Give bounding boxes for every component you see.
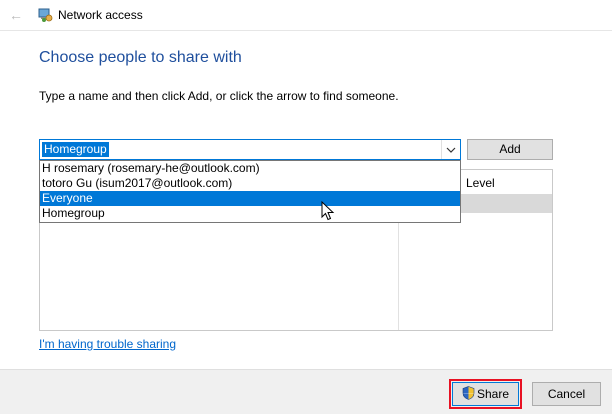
people-dropdown-list: H rosemary (rosemary-he@outlook.com) tot… (39, 160, 461, 223)
people-combobox[interactable]: Homegroup (39, 139, 461, 160)
dropdown-option-homegroup[interactable]: Homegroup (40, 206, 460, 221)
mouse-cursor-icon (321, 200, 335, 221)
combobox-value[interactable]: Homegroup (42, 142, 109, 157)
dropdown-option-everyone[interactable]: Everyone (40, 191, 460, 206)
trouble-sharing-link[interactable]: I'm having trouble sharing (39, 337, 176, 351)
cancel-button[interactable]: Cancel (532, 382, 601, 406)
add-button[interactable]: Add (467, 139, 553, 160)
dropdown-option-totoro[interactable]: totoro Gu (isum2017@outlook.com) (40, 176, 460, 191)
instructions-text: Type a name and then click Add, or click… (39, 89, 399, 103)
window-title: Network access (58, 8, 143, 22)
page-heading: Choose people to share with (39, 49, 242, 66)
dropdown-option-rosemary[interactable]: H rosemary (rosemary-he@outlook.com) (40, 161, 460, 176)
share-button-label: Share (476, 387, 510, 401)
share-button[interactable]: Share (452, 382, 519, 406)
title-bar: ← Network access (0, 0, 612, 31)
uac-shield-icon (462, 385, 475, 403)
level-column-header[interactable]: Level (466, 176, 495, 190)
chevron-down-icon[interactable] (441, 140, 460, 159)
network-share-icon (38, 7, 54, 23)
back-arrow-icon[interactable]: ← (6, 6, 26, 24)
